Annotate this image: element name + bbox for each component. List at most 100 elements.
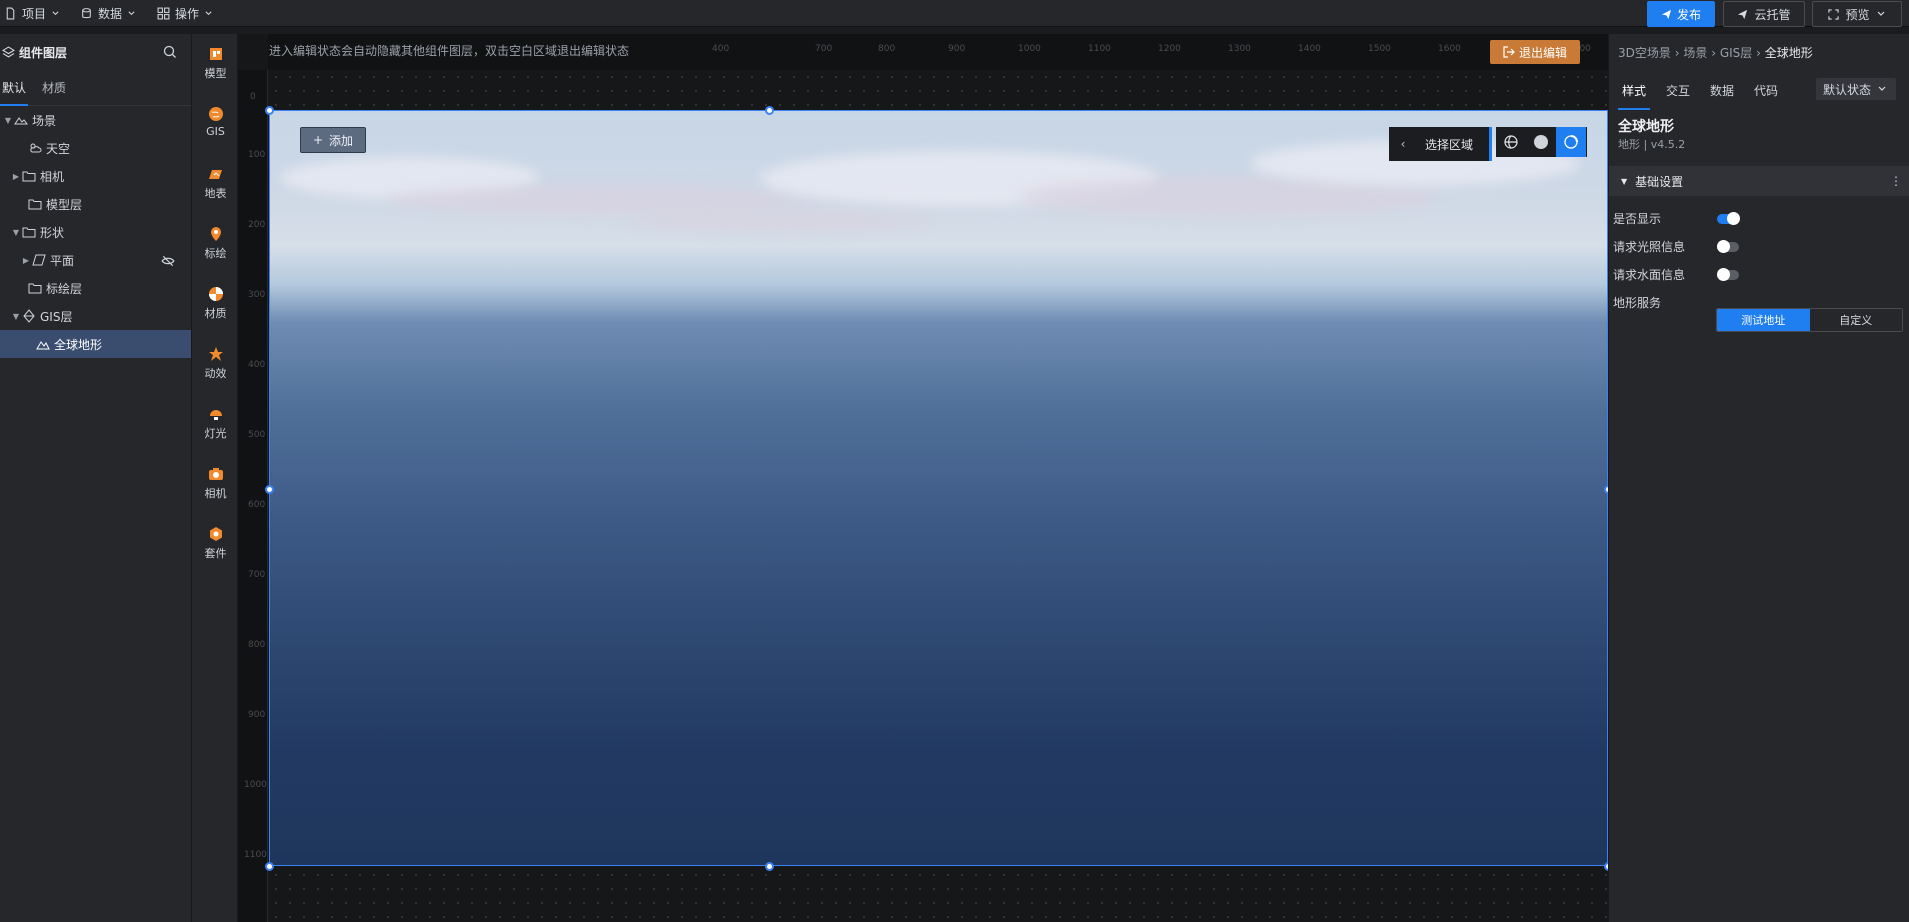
view-rotate-button[interactable]	[1556, 127, 1586, 157]
state-select[interactable]: 默认状态	[1816, 78, 1896, 100]
component-gis[interactable]: GIS	[192, 106, 239, 138]
breadcrumb-item[interactable]: 场景	[1683, 46, 1707, 60]
tree-node-sky[interactable]: 天空	[0, 134, 191, 162]
select-region-button[interactable]: ‹ 选择区域	[1389, 127, 1492, 161]
menu-operations[interactable]: 操作	[157, 0, 213, 27]
component-light[interactable]: 灯光	[192, 406, 239, 441]
component-label: GIS	[206, 125, 225, 138]
resize-handle[interactable]	[765, 106, 774, 115]
component-plot[interactable]: 标绘	[192, 226, 239, 261]
view-globe-button[interactable]	[1496, 127, 1526, 157]
caret-down-icon[interactable]: ▼	[10, 312, 22, 321]
ruler-tick-label: 1100	[1088, 44, 1111, 54]
publish-label: 发布	[1676, 7, 1701, 22]
tree-node-plane[interactable]: ▶ 平面	[0, 246, 191, 274]
component-material[interactable]: 材质	[192, 286, 239, 321]
tree-node-global-terrain[interactable]: 全球地形	[0, 330, 191, 358]
component-kit[interactable]: 套件	[192, 526, 239, 561]
cloud-hosting-button[interactable]: 云托管	[1723, 1, 1805, 27]
tree-node-camera-folder[interactable]: ▶ 相机	[0, 162, 191, 190]
component-effects[interactable]: 动效	[192, 346, 239, 381]
component-label: 相机	[204, 487, 227, 500]
menu-project-label: 项目	[22, 7, 47, 21]
ruler-tick-label: 1000	[1018, 44, 1041, 54]
caret-down-icon: ▼	[1621, 176, 1628, 186]
view-sphere-button[interactable]	[1526, 127, 1556, 157]
tree-node-scene[interactable]: ▼ 场景	[0, 106, 191, 134]
tree-node-plot-layer[interactable]: 标绘层	[0, 274, 191, 302]
canvas-stage[interactable]: 400 700 800 900 1000 1100 1200 1300 1400…	[238, 34, 1608, 922]
folder-icon	[22, 227, 36, 238]
fullscreen-icon	[1828, 8, 1840, 20]
cloud-shape	[630, 211, 930, 231]
menu-project[interactable]: 项目	[4, 0, 60, 27]
folder-icon	[22, 171, 36, 182]
caret-down-icon[interactable]: ▼	[2, 116, 14, 125]
water-info-toggle[interactable]	[1717, 268, 1739, 281]
tab-data[interactable]: 数据	[1706, 78, 1738, 110]
view-mode-group	[1496, 127, 1587, 157]
row-water-label: 请求水面信息	[1613, 268, 1686, 282]
light-info-toggle[interactable]	[1717, 240, 1739, 253]
eye-off-icon[interactable]	[161, 254, 175, 268]
terrain-option-custom[interactable]: 自定义	[1809, 309, 1902, 331]
component-surface[interactable]: 地表	[192, 166, 239, 201]
resize-handle[interactable]	[265, 106, 274, 115]
layers-panel: 组件图层 默认 材质 ▼ 场景 天空 ▶ 相机 模型层 ▼ 形状 ▶ 平面 标绘…	[0, 34, 191, 922]
exit-edit-button[interactable]: 退出编辑	[1490, 40, 1580, 64]
tab-style[interactable]: 样式	[1618, 78, 1651, 110]
tab-code[interactable]: 代码	[1750, 78, 1782, 110]
ruler-tick-label: 700	[815, 44, 833, 54]
scene-viewport[interactable]: + 添加 ‹ 选择区域	[269, 110, 1608, 866]
scene-icon	[14, 117, 28, 125]
ruler-tick-label: 700	[248, 570, 266, 580]
resize-handle[interactable]	[765, 862, 774, 871]
star-icon	[208, 347, 223, 361]
folder-icon	[28, 199, 42, 210]
tab-default[interactable]: 默认	[0, 70, 29, 106]
tab-material[interactable]: 材质	[40, 70, 68, 106]
tree-node-model-layer[interactable]: 模型层	[0, 190, 191, 218]
model-icon	[209, 48, 222, 60]
ruler-tick-label: 1100	[244, 850, 267, 860]
terrain-service-segmented: 测试地址 自定义	[1716, 308, 1903, 332]
caret-down-icon[interactable]: ▼	[10, 228, 22, 237]
tree-label: 相机	[40, 169, 65, 184]
publish-button[interactable]: 发布	[1647, 1, 1715, 27]
caret-right-icon[interactable]: ▶	[10, 172, 22, 181]
plus-icon: +	[312, 133, 324, 147]
ruler-tick-label: 900	[948, 44, 966, 54]
globe-icon	[1504, 135, 1518, 149]
row-light-label: 请求光照信息	[1613, 240, 1686, 254]
add-button[interactable]: + 添加	[300, 127, 366, 153]
chevron-left-icon[interactable]: ‹	[1389, 137, 1417, 151]
caret-right-icon[interactable]: ▶	[20, 256, 32, 265]
weather-icon	[30, 143, 42, 153]
basic-settings-section[interactable]: ▼ 基础设置 ⋮	[1609, 166, 1909, 196]
section-title: 基础设置	[1635, 174, 1684, 189]
breadcrumb-item[interactable]: GIS层	[1720, 46, 1752, 60]
ruler-tick-label: 1200	[1158, 44, 1181, 54]
layer-tabs: 默认 材质	[0, 70, 191, 106]
component-camera[interactable]: 相机	[192, 466, 239, 501]
ruler-tick-label: 400	[248, 360, 266, 370]
chevron-down-icon	[128, 11, 135, 16]
preview-button[interactable]: 预览	[1812, 1, 1902, 27]
ruler-tick-label: 800	[878, 44, 896, 54]
resize-handle[interactable]	[265, 485, 274, 494]
breadcrumb-item[interactable]: 3D空场景	[1618, 46, 1671, 60]
map-pin-icon	[210, 227, 221, 241]
gis-layer-icon	[23, 309, 35, 323]
tree-node-gis-layer[interactable]: ▼ GIS层	[0, 302, 191, 330]
resize-handle[interactable]	[265, 862, 274, 871]
properties-panel: 3D空场景 › 场景 › GIS层 › 全球地形 样式 交互 数据 代码 默认状…	[1608, 34, 1909, 922]
search-icon[interactable]	[163, 45, 177, 59]
menu-data[interactable]: 数据	[80, 0, 136, 27]
terrain-option-test[interactable]: 测试地址	[1717, 309, 1810, 331]
more-vertical-icon[interactable]: ⋮	[1890, 174, 1902, 188]
component-model[interactable]: 模型	[192, 46, 239, 81]
globe-icon	[208, 107, 223, 121]
tab-interaction[interactable]: 交互	[1662, 78, 1694, 110]
tree-node-shapes[interactable]: ▼ 形状	[0, 218, 191, 246]
visible-toggle[interactable]	[1717, 212, 1740, 225]
